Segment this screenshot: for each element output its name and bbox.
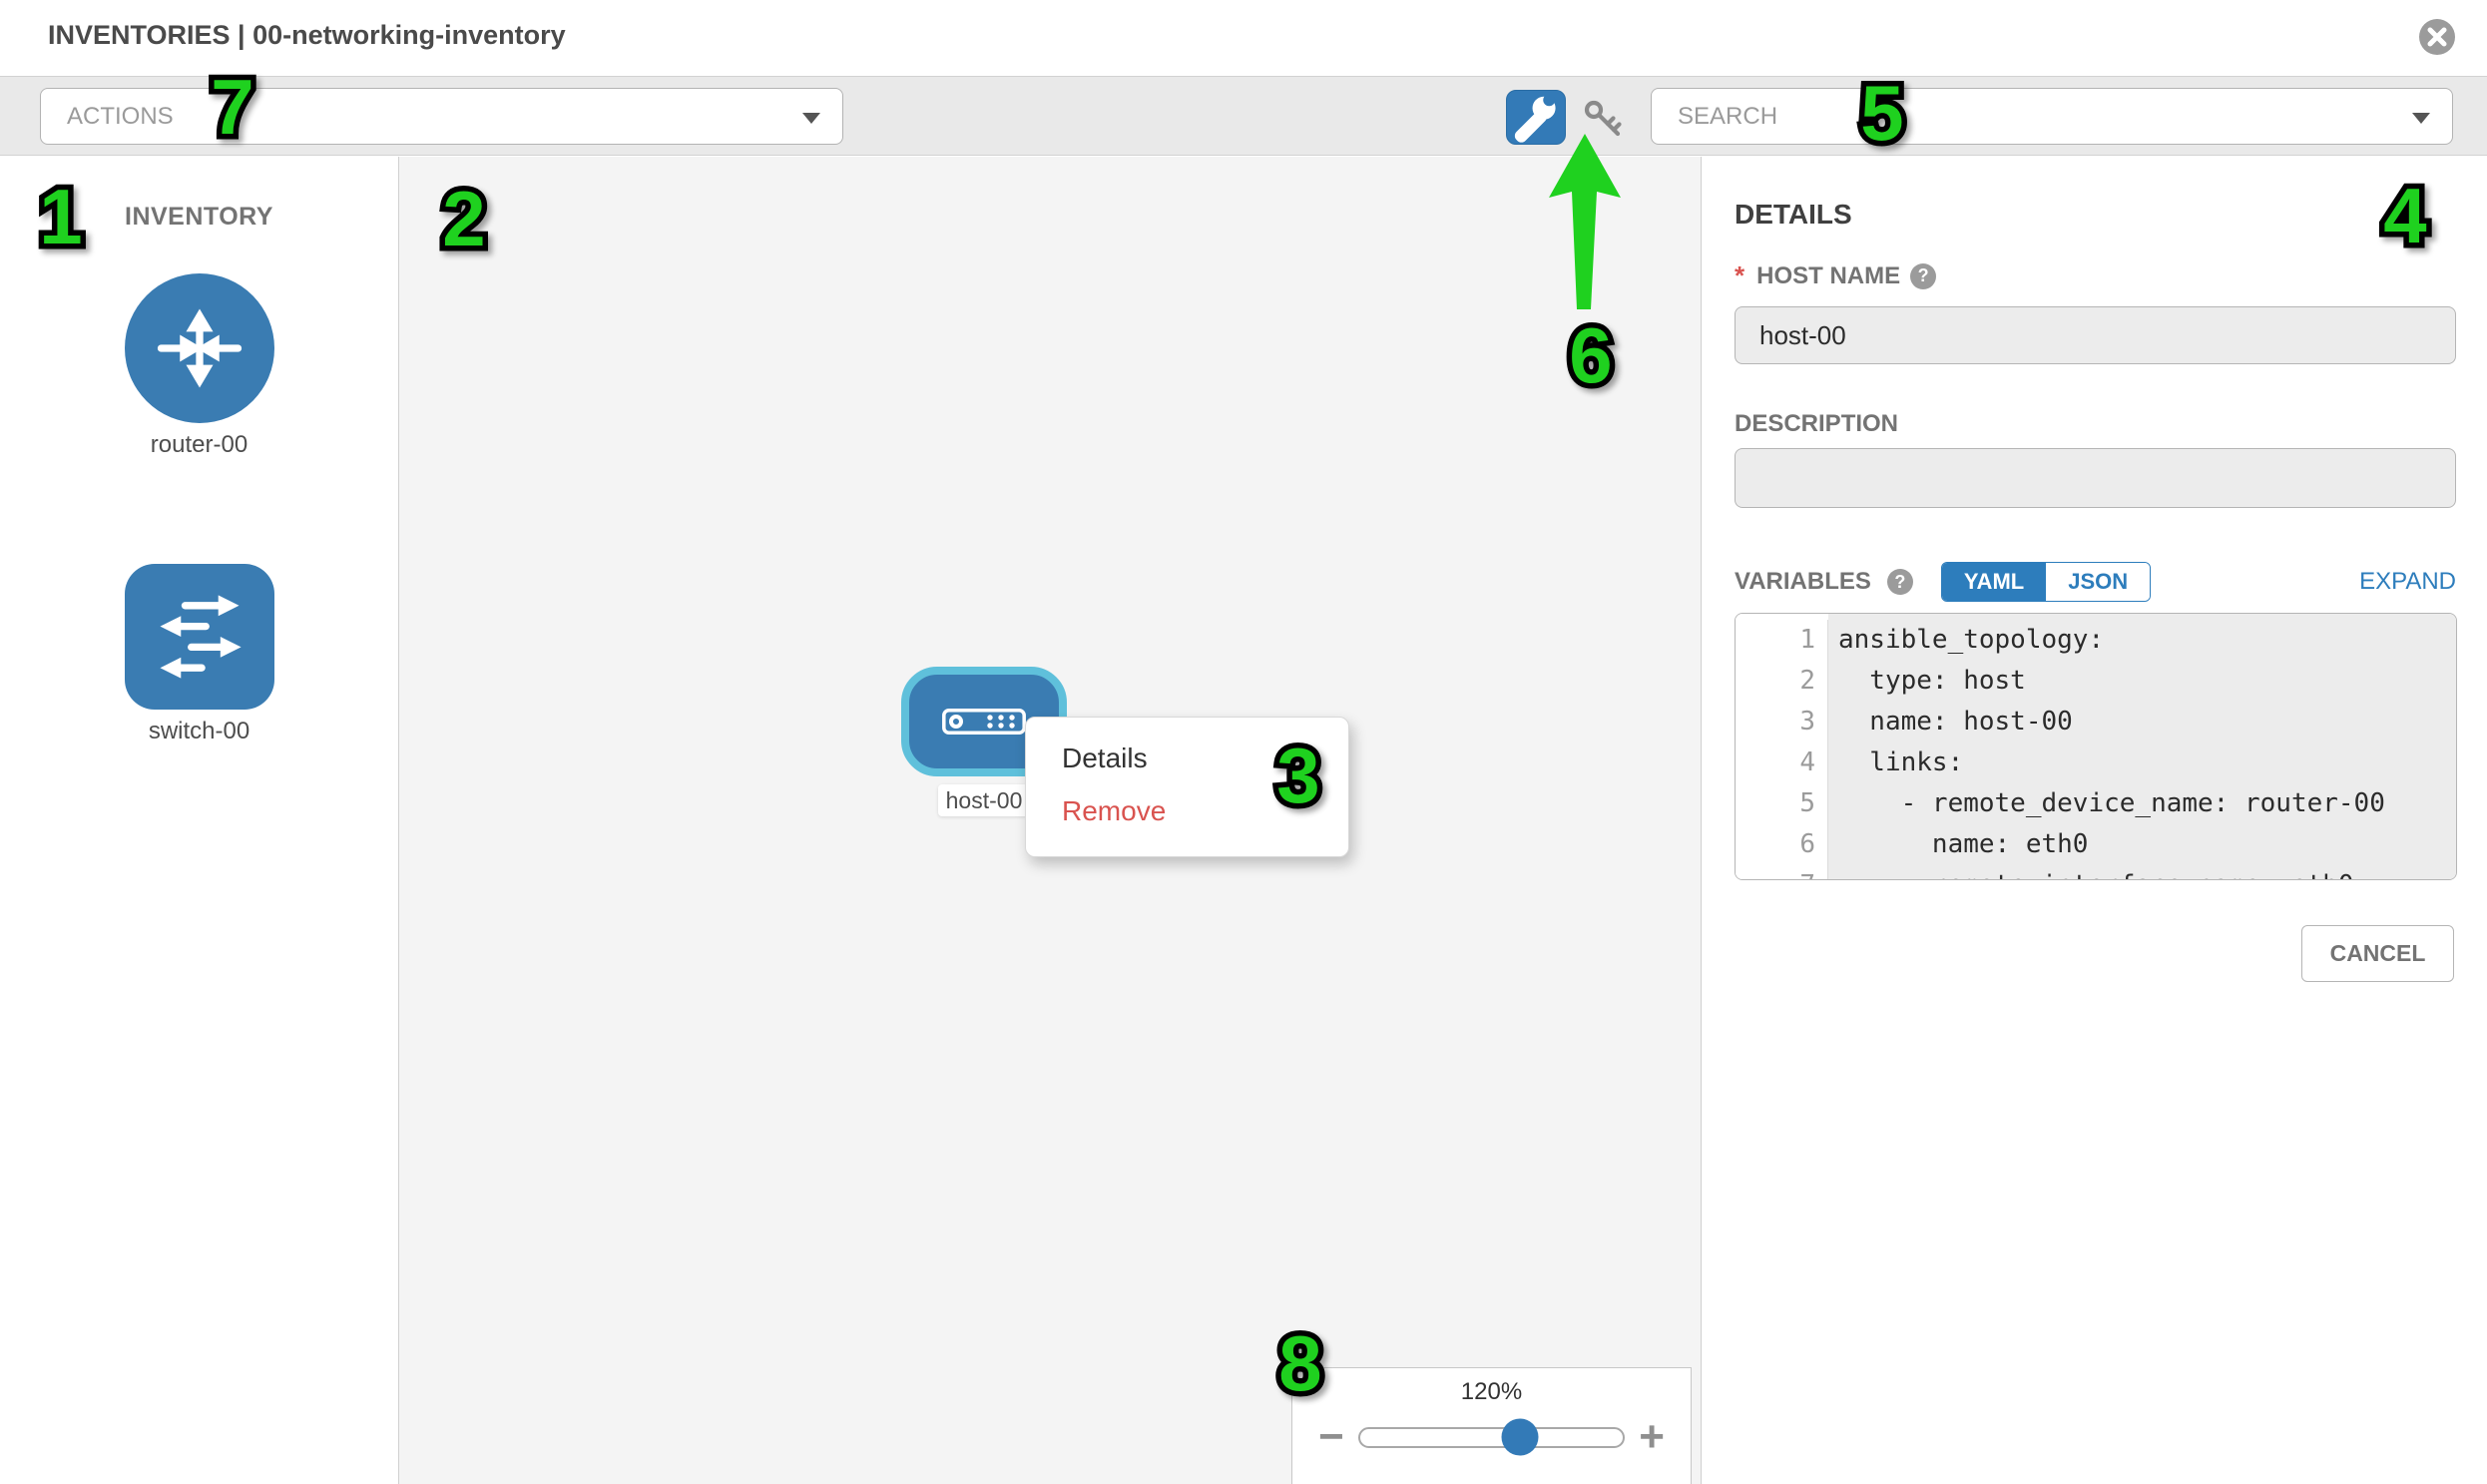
inventory-topology-app: INVENTORIES | 00-networking-inventory AC…	[0, 0, 2487, 1484]
palette-item-switch[interactable]: switch-00	[0, 564, 398, 745]
line-code: - remote_device_name: router-00	[1828, 783, 2456, 824]
line-code: ansible_topology:	[1828, 620, 2456, 661]
line-number: 7	[1736, 865, 1828, 880]
editor-line: 1 ansible_topology:	[1736, 620, 2456, 661]
line-code: name: eth0	[1828, 824, 2456, 865]
expand-link[interactable]: EXPAND	[2359, 568, 2456, 596]
help-icon[interactable]: ?	[1887, 569, 1913, 595]
zoom-widget: 120% − +	[1291, 1367, 1692, 1484]
switch-icon	[125, 564, 274, 710]
editor-line: 3 name: host-00	[1736, 702, 2456, 742]
context-menu-item-details[interactable]: Details	[1026, 732, 1348, 784]
host-name-label-row: * HOST NAME ?	[1735, 260, 1936, 291]
editor-line: 2 type: host	[1736, 661, 2456, 702]
palette-item-label: router-00	[0, 431, 398, 459]
tools-button[interactable]	[1506, 90, 1566, 145]
palette-title: INVENTORY	[0, 203, 398, 232]
line-number: 3	[1736, 702, 1828, 742]
actions-dropdown-label: ACTIONS	[67, 103, 174, 130]
actions-dropdown[interactable]: ACTIONS	[40, 88, 843, 145]
host-icon	[942, 709, 1026, 735]
palette-item-label: switch-00	[0, 718, 398, 745]
node-context-menu: Details Remove	[1025, 717, 1349, 857]
line-number: 4	[1736, 742, 1828, 783]
variables-label: VARIABLES	[1735, 568, 1871, 596]
line-number: 5	[1736, 783, 1828, 824]
zoom-in-button[interactable]: +	[1639, 1417, 1665, 1457]
host-node-label: host-00	[938, 784, 1030, 816]
body: INVENTORY	[0, 157, 2487, 1484]
host-name-label: HOST NAME	[1756, 262, 1900, 290]
line-number: 1	[1736, 620, 1828, 661]
details-panel-title: DETAILS	[1735, 199, 1852, 231]
tab-yaml[interactable]: YAML	[1942, 563, 2046, 601]
details-panel: DETAILS * HOST NAME ? DESCRIPTION VARIAB…	[1702, 157, 2487, 1484]
description-label-row: DESCRIPTION	[1735, 410, 1898, 438]
help-icon[interactable]: ?	[1910, 263, 1936, 289]
cancel-button[interactable]: CANCEL	[2301, 925, 2454, 982]
topology-canvas[interactable]: host-00 Details Remove 120% − +	[399, 157, 1702, 1484]
zoom-out-button[interactable]: −	[1318, 1417, 1344, 1457]
description-label: DESCRIPTION	[1735, 410, 1898, 438]
toolbar: ACTIONS S	[0, 76, 2487, 156]
line-number: 2	[1736, 661, 1828, 702]
close-icon[interactable]	[2417, 17, 2457, 57]
wrench-icon	[1507, 91, 1565, 144]
zoom-slider-thumb[interactable]	[1502, 1419, 1539, 1456]
page-title: INVENTORIES | 00-networking-inventory	[48, 20, 566, 51]
context-menu-item-remove[interactable]: Remove	[1026, 784, 1348, 837]
variables-editor[interactable]: 1 ansible_topology: 2 type: host 3 name:…	[1735, 613, 2457, 880]
line-code: name: host-00	[1828, 702, 2456, 742]
variables-format-toggle: YAML JSON	[1941, 562, 2151, 602]
palette-item-router[interactable]: router-00	[0, 273, 398, 459]
line-code: links:	[1828, 742, 2456, 783]
chevron-down-icon	[802, 113, 820, 124]
key-icon[interactable]	[1583, 99, 1625, 139]
zoom-slider-track[interactable]	[1358, 1427, 1626, 1448]
required-marker: *	[1735, 260, 1744, 291]
editor-line: 4 links:	[1736, 742, 2456, 783]
tab-json[interactable]: JSON	[2046, 563, 2150, 601]
line-code: type: host	[1828, 661, 2456, 702]
zoom-level: 120%	[1292, 1378, 1691, 1406]
router-icon	[125, 273, 274, 423]
editor-line: 5 - remote_device_name: router-00	[1736, 783, 2456, 824]
host-name-input[interactable]	[1735, 306, 2456, 364]
description-input[interactable]	[1735, 448, 2456, 508]
header: INVENTORIES | 00-networking-inventory	[0, 0, 2487, 76]
inventory-palette: INVENTORY	[0, 157, 399, 1484]
line-code: remote_interface_name: eth0	[1828, 865, 2456, 880]
editor-line: 7 remote_interface_name: eth0	[1736, 865, 2456, 880]
chevron-down-icon	[2412, 113, 2430, 124]
search-dropdown[interactable]: SEARCH	[1651, 88, 2453, 145]
variables-row: VARIABLES ? YAML JSON EXPAND	[1735, 560, 2456, 604]
line-number: 6	[1736, 824, 1828, 865]
search-dropdown-label: SEARCH	[1678, 103, 1777, 130]
editor-line: 6 name: eth0	[1736, 824, 2456, 865]
